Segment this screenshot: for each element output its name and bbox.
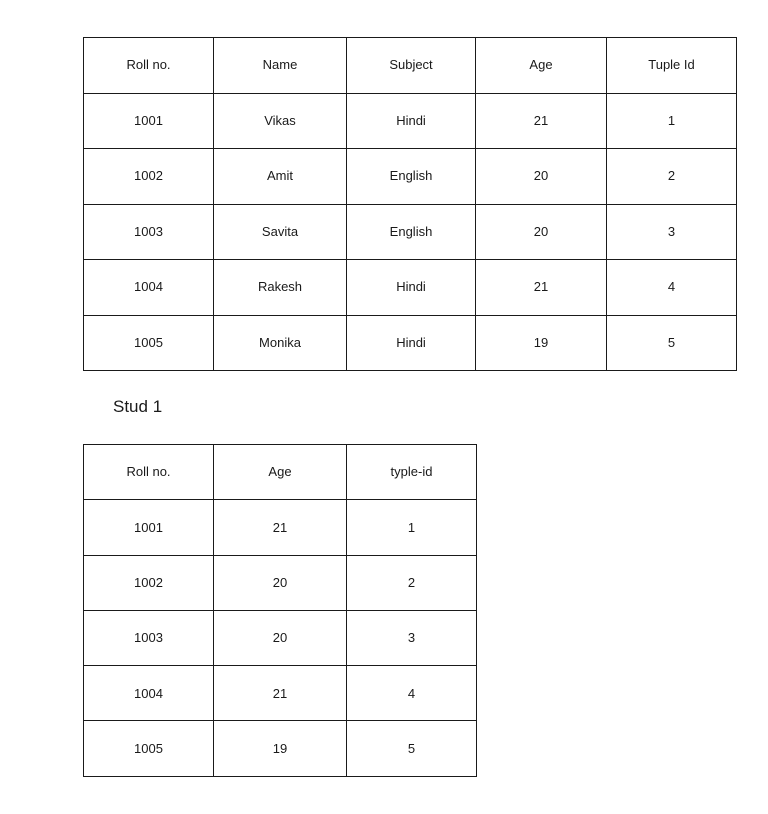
cell-tuple-id: 5 (606, 314, 737, 371)
cell-roll-no: 1005 (83, 720, 214, 777)
table-caption: Stud 1 (113, 397, 163, 416)
cell-roll-no: 1003 (83, 609, 214, 667)
projection-result-table: Roll no. Age typle-id 1001 21 1 1002 20 … (83, 443, 477, 777)
cell-name: Vikas (213, 92, 347, 149)
cell-typle-id: 1 (346, 499, 477, 556)
cell-roll-no: 1001 (83, 92, 214, 149)
column-header-roll-no: Roll no. (83, 443, 214, 501)
table-row: 1001 Vikas Hindi 21 1 (83, 92, 737, 149)
column-header-age: Age (213, 443, 347, 501)
cell-typle-id: 5 (346, 720, 477, 777)
column-header-roll-no: Roll no. (83, 37, 214, 94)
table-row: 1003 20 3 (83, 609, 477, 667)
table-row: 1004 Rakesh Hindi 21 4 (83, 259, 737, 316)
column-header-subject: Subject (346, 37, 476, 94)
column-header-typle-id: typle-id (346, 443, 477, 501)
cell-subject: Hindi (346, 259, 476, 316)
cell-roll-no: 1002 (83, 554, 214, 611)
table-row: 1005 Monika Hindi 19 5 (83, 314, 737, 371)
cell-roll-no: 1003 (83, 203, 214, 260)
column-header-age: Age (475, 37, 607, 94)
cell-name: Amit (213, 148, 347, 205)
cell-age: 21 (475, 92, 607, 149)
table-row: 1005 19 5 (83, 720, 477, 777)
cell-age: 20 (213, 554, 347, 611)
column-header-name: Name (213, 37, 347, 94)
table-row: 1003 Savita English 20 3 (83, 203, 737, 260)
cell-typle-id: 4 (346, 665, 477, 722)
table-header-row: Roll no. Age typle-id (83, 443, 477, 501)
cell-tuple-id: 2 (606, 148, 737, 205)
cell-age: 20 (213, 609, 347, 667)
cell-age: 21 (475, 259, 607, 316)
cell-age: 20 (475, 148, 607, 205)
cell-roll-no: 1005 (83, 314, 214, 371)
cell-tuple-id: 1 (606, 92, 737, 149)
cell-roll-no: 1004 (83, 259, 214, 316)
table-row: 1002 20 2 (83, 554, 477, 611)
cell-age: 20 (475, 203, 607, 260)
cell-roll-no: 1001 (83, 499, 214, 556)
cell-name: Rakesh (213, 259, 347, 316)
cell-name: Monika (213, 314, 347, 371)
document-page: Roll no. Name Subject Age Tuple Id 1001 … (0, 0, 768, 814)
cell-subject: English (346, 203, 476, 260)
cell-age: 21 (213, 665, 347, 722)
cell-age: 21 (213, 499, 347, 556)
cell-age: 19 (213, 720, 347, 777)
cell-roll-no: 1002 (83, 148, 214, 205)
cell-roll-no: 1004 (83, 665, 214, 722)
cell-tuple-id: 4 (606, 259, 737, 316)
column-header-tuple-id: Tuple Id (606, 37, 737, 94)
cell-name: Savita (213, 203, 347, 260)
table-row: 1001 21 1 (83, 499, 477, 556)
cell-subject: Hindi (346, 92, 476, 149)
cell-typle-id: 3 (346, 609, 477, 667)
cell-subject: English (346, 148, 476, 205)
table-header-row: Roll no. Name Subject Age Tuple Id (83, 37, 737, 94)
cell-tuple-id: 3 (606, 203, 737, 260)
cell-subject: Hindi (346, 314, 476, 371)
cell-typle-id: 2 (346, 554, 477, 611)
cell-age: 19 (475, 314, 607, 371)
stud-relation-table: Roll no. Name Subject Age Tuple Id 1001 … (83, 37, 737, 371)
table-row: 1004 21 4 (83, 665, 477, 722)
table-row: 1002 Amit English 20 2 (83, 148, 737, 205)
